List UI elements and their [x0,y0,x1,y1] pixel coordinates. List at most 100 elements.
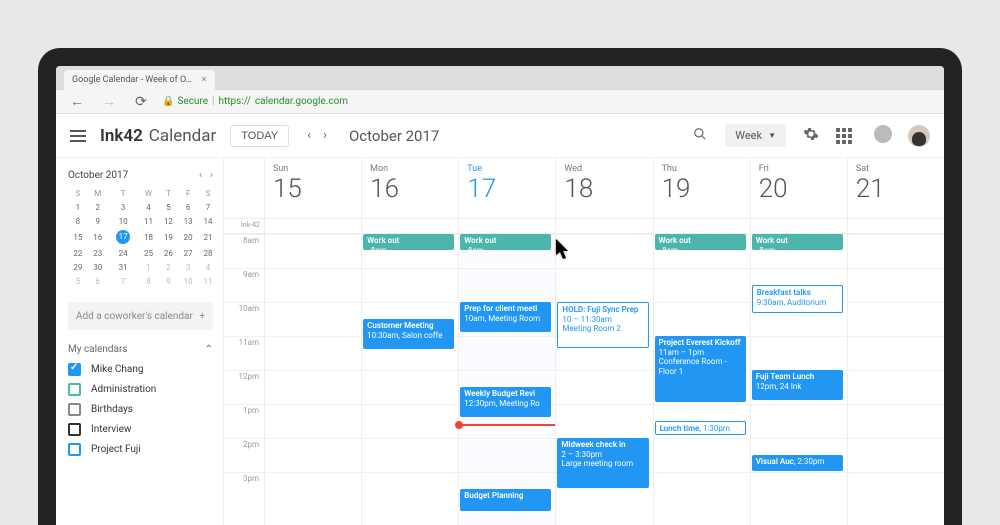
mini-cal-day[interactable]: 13 [178,214,198,228]
calendar-list-item[interactable]: Birthdays [68,403,213,416]
day-column[interactable]: HOLD: Fuji Sync Prep10 – 11:30amMeeting … [555,234,652,525]
calendar-event[interactable]: Midweek check in2 – 3:30pmLarge meeting … [557,438,648,488]
calendar-event[interactable]: Work out, 8am [655,234,746,250]
mini-cal-day[interactable]: 9 [158,274,178,288]
calendar-event[interactable]: Budget Planning [460,489,551,511]
mini-cal-day[interactable]: 6 [178,200,198,214]
mini-cal-day[interactable]: 11 [139,214,159,228]
day-header[interactable]: Thu19 [654,158,750,218]
mini-cal-day[interactable]: 21 [198,228,218,246]
mini-cal-day[interactable]: 7 [198,200,218,214]
mini-cal-day[interactable]: 26 [158,246,178,260]
calendar-list-item[interactable]: Mike Chang [68,363,213,376]
calendar-event[interactable]: Project Everest Kickoff11am – 1pmConfere… [655,336,746,402]
calendar-event[interactable]: HOLD: Fuji Sync Prep10 – 11:30amMeeting … [557,302,648,348]
mini-cal-day[interactable]: 14 [198,214,218,228]
calendar-list-item[interactable]: Interview [68,423,213,436]
day-column[interactable]: Work out, 8am Breakfast talks9:30am, Audi… [750,234,847,525]
day-header[interactable]: Sat21 [848,158,944,218]
mini-cal-day[interactable]: 19 [158,228,178,246]
mini-cal-day[interactable]: 7 [108,274,139,288]
mini-cal-day[interactable]: 9 [88,214,108,228]
day-header[interactable]: Wed18 [556,158,652,218]
today-button[interactable]: TODAY [230,125,289,147]
mini-cal-day[interactable]: 27 [178,246,198,260]
mini-cal-day[interactable]: 10 [108,214,139,228]
back-icon[interactable]: ← [66,93,88,110]
mini-cal-day[interactable]: 10 [178,274,198,288]
calendar-event[interactable]: Lunch time, 1:30pm [655,421,746,435]
mini-cal-day[interactable]: 25 [139,246,159,260]
day-column[interactable]: Work out, 8am Prep for client meeti10am, … [458,234,555,525]
prev-period-icon[interactable]: ‹ [303,124,315,147]
mini-cal-day[interactable]: 3 [108,200,139,214]
mini-cal-day[interactable]: 24 [108,246,139,260]
mini-cal-day[interactable]: 23 [88,246,108,260]
checkbox-icon[interactable] [68,403,81,416]
mini-cal-day[interactable]: 4 [139,200,159,214]
day-header[interactable]: Sun15 [265,158,361,218]
calendar-event[interactable]: Customer Meeting10:30am, Salon coffe [363,319,454,349]
apps-icon[interactable] [836,128,858,144]
day-header[interactable]: Mon16 [362,158,458,218]
calendar-list-item[interactable]: Administration [68,383,213,396]
search-icon[interactable] [689,127,711,145]
mini-cal-day[interactable]: 20 [178,228,198,246]
browser-tab[interactable]: Google Calendar - Week of O… × [64,70,215,90]
mini-cal-day[interactable]: 5 [68,274,88,288]
mini-cal-day[interactable]: 5 [158,200,178,214]
mini-cal-day[interactable]: 16 [88,228,108,246]
mini-cal-day[interactable]: 1 [68,200,88,214]
calendar-event[interactable]: Work out, 8am [460,234,551,250]
close-icon[interactable]: × [202,75,207,85]
notifications-icon[interactable] [872,125,894,147]
avatar[interactable] [908,125,930,147]
calendar-event[interactable]: Visual Auc, 2:30pm [752,455,843,471]
day-header[interactable]: Fri20 [751,158,847,218]
mini-cal-day[interactable]: 6 [88,274,108,288]
mini-cal-day[interactable]: 17 [108,228,139,246]
add-coworker-button[interactable]: Add a coworker's calendar + [68,302,213,330]
day-column[interactable]: Work out, 8am Project Everest Kickoff11am… [653,234,750,525]
checkbox-icon[interactable] [68,443,81,456]
my-calendars-toggle[interactable]: My calendars ⌃ [68,344,213,355]
checkbox-icon[interactable] [68,363,81,376]
view-dropdown[interactable]: Week ▼ [725,124,786,147]
menu-icon[interactable] [70,130,86,142]
mini-cal-day[interactable]: 8 [68,214,88,228]
mini-cal-day[interactable]: 28 [198,246,218,260]
mini-prev-icon[interactable]: ‹ [199,170,202,181]
reload-icon[interactable]: ⟳ [130,94,152,110]
mini-cal-day[interactable]: 2 [88,200,108,214]
mini-cal-day[interactable]: 30 [88,260,108,274]
calendar-event[interactable]: Breakfast talks9:30am, Auditorium [752,285,843,313]
calendar-event[interactable]: Weekly Budget Revi12:30pm, Meeting Ro [460,387,551,417]
calendar-event[interactable]: Fuji Team Lunch12pm, 24 Ink [752,370,843,400]
mini-cal-day[interactable]: 8 [139,274,159,288]
mini-cal-day[interactable]: 2 [158,260,178,274]
next-period-icon[interactable]: › [319,124,331,147]
day-header[interactable]: Tue17 [459,158,555,218]
mini-cal-day[interactable]: 4 [198,260,218,274]
gear-icon[interactable] [800,126,822,146]
mini-cal-day[interactable]: 22 [68,246,88,260]
forward-icon[interactable]: → [98,93,120,110]
checkbox-icon[interactable] [68,383,81,396]
day-column[interactable] [264,234,361,525]
calendar-event[interactable]: Prep for client meeti10am, Meeting Room [460,302,551,332]
day-column[interactable]: Work out, 8am Customer Meeting10:30am, Sa… [361,234,458,525]
mini-calendar[interactable]: SMTWTFS123456789101112131415161718192021… [68,187,218,288]
calendar-event[interactable]: Work out, 8am [752,234,843,250]
calendar-list-item[interactable]: Project Fuji [68,443,213,456]
mini-next-icon[interactable]: › [210,170,213,181]
url-field[interactable]: 🔒 Secure | https://calendar.google.com [162,96,348,107]
mini-cal-day[interactable]: 1 [139,260,159,274]
mini-cal-day[interactable]: 15 [68,228,88,246]
mini-cal-day[interactable]: 11 [198,274,218,288]
mini-cal-day[interactable]: 3 [178,260,198,274]
mini-cal-day[interactable]: 29 [68,260,88,274]
mini-cal-day[interactable]: 18 [139,228,159,246]
mini-cal-day[interactable]: 12 [158,214,178,228]
day-column[interactable] [847,234,944,525]
calendar-event[interactable]: Work out, 8am [363,234,454,250]
